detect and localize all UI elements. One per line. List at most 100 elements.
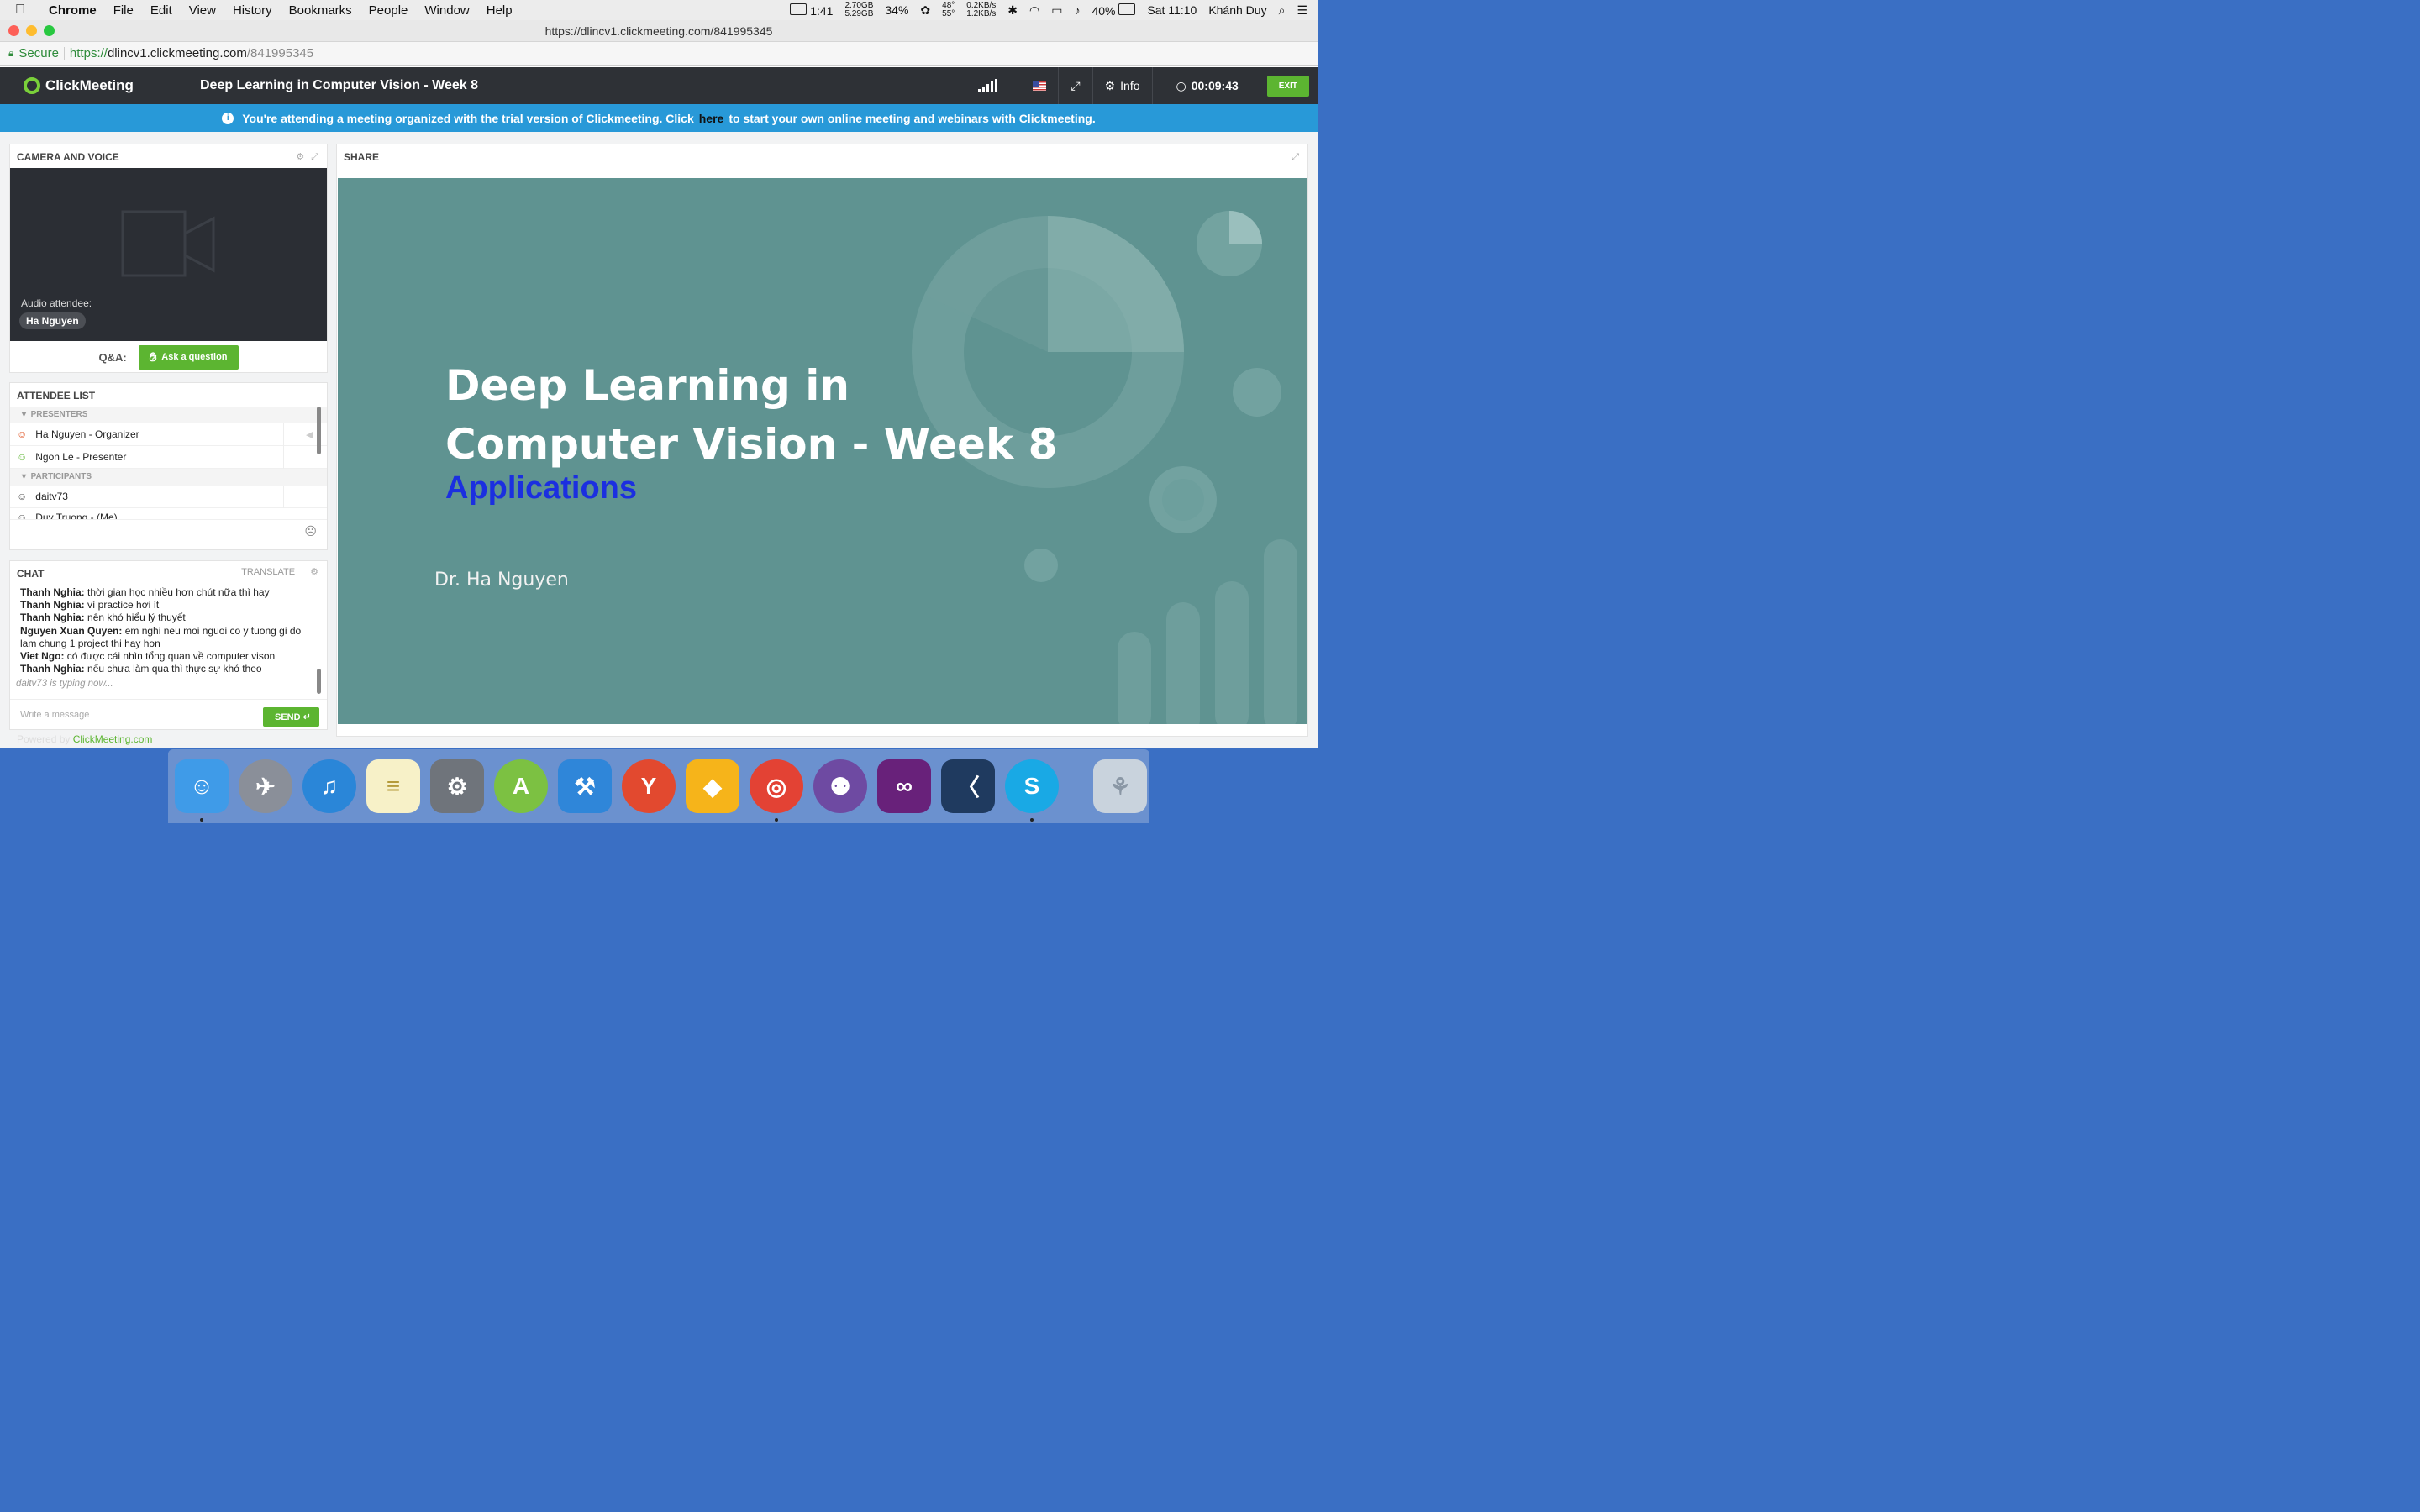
signal-strength[interactable] — [966, 67, 1009, 104]
close-window-button[interactable] — [8, 25, 19, 36]
fullscreen-icon: ⤢ — [1071, 78, 1081, 92]
participants-group[interactable]: ▾ PARTICIPANTS — [10, 469, 327, 486]
attendee-row[interactable]: ☺ Ha Nguyen - Organizer ◀ — [10, 423, 327, 446]
window-titlebar: https://dlincv1.clickmeeting.com/8419953… — [0, 20, 1318, 42]
zoom-window-button[interactable] — [44, 25, 55, 36]
fullscreen-button[interactable]: ⤢ — [1058, 67, 1092, 104]
dock-github-desktop-icon[interactable]: ⚉ — [813, 759, 867, 813]
airplay-icon[interactable]: ▭ — [1051, 3, 1062, 18]
language-selector[interactable] — [1009, 67, 1058, 104]
minimize-window-button[interactable] — [26, 25, 37, 36]
us-flag-icon — [1033, 81, 1047, 91]
running-indicator — [1030, 818, 1034, 822]
menu-people[interactable]: People — [369, 3, 408, 18]
fan-icon[interactable]: ✿ — [920, 3, 930, 18]
address-bar[interactable]: 🔒︎ Secure https:// dlincv1.clickmeeting.… — [0, 42, 1318, 66]
message-text: nếu chưa làm qua thì thực sự khó theo — [87, 663, 262, 675]
raised-hand-icon: ✋︎ — [149, 349, 157, 365]
clock-icon: ◷ — [1176, 78, 1186, 92]
url-host: dlincv1.clickmeeting.com — [107, 46, 247, 60]
camera-panel-tools: ⚙ ⤢ — [296, 144, 318, 170]
dock-notes-icon[interactable]: ≡ — [366, 759, 420, 813]
qa-label: Q&A: — [98, 350, 127, 364]
apple-menu-icon[interactable]:  — [0, 3, 40, 18]
memory-status[interactable]: 2.70GB 5.29GB — [844, 2, 873, 18]
translate-link[interactable]: Translate — [241, 559, 295, 585]
send-button[interactable]: SEND ↵ — [263, 707, 319, 727]
attendee-row[interactable]: ☺ Ngon Le - Presenter — [10, 446, 327, 469]
gear-icon: ⚙ — [1104, 78, 1116, 92]
ask-question-button[interactable]: ✋︎ Ask a question — [138, 344, 239, 370]
chat-settings-gear-icon[interactable]: ⚙ — [310, 559, 318, 585]
dock-finder-icon[interactable]: ☺ — [175, 759, 229, 822]
battery-time-status[interactable]: 1:41 — [790, 3, 833, 18]
menu-bookmarks[interactable]: Bookmarks — [289, 3, 352, 18]
bluetooth-icon[interactable]: ✱ — [1007, 3, 1018, 18]
dock-ftp-app-icon[interactable]: Y — [622, 759, 676, 813]
dock-skype-icon[interactable]: S — [1005, 759, 1059, 822]
user-name[interactable]: Khánh Duy — [1208, 3, 1266, 17]
wifi-icon[interactable]: ◠ — [1029, 3, 1039, 18]
dock-launchpad-icon[interactable]: ✈ — [239, 759, 292, 813]
network-status[interactable]: 0.2KB/s 1.2KB/s — [966, 2, 996, 18]
temperature-status[interactable]: 48° 55° — [942, 2, 955, 18]
url-scheme: https:// — [69, 46, 108, 60]
camera-panel-title: CAMERA AND VOICE — [17, 151, 119, 163]
logo-text: ClickMeeting — [45, 77, 134, 93]
menu-history[interactable]: History — [233, 3, 272, 18]
menu-edit[interactable]: Edit — [150, 3, 172, 18]
volume-icon[interactable]: ♪ — [1074, 3, 1080, 17]
audio-attendee-name: Ha Nguyen — [19, 312, 86, 329]
video-camera-icon — [121, 210, 215, 277]
attendee-row[interactable]: ☺ daitv73 — [10, 486, 327, 508]
info-button[interactable]: ⚙ Info — [1092, 67, 1152, 104]
camera-settings-gear-icon[interactable]: ⚙ — [296, 144, 304, 170]
speaker-muted-icon: ◀ — [306, 429, 313, 440]
dock-vscode-icon[interactable]: 〈 — [941, 759, 995, 813]
trial-banner: i You're attending a meeting organized w… — [0, 104, 1318, 132]
powered-brand-link[interactable]: ClickMeeting.com — [73, 733, 153, 745]
attendee-panel-header: ATTENDEE LIST — [10, 383, 327, 407]
attendee-scrollbar[interactable] — [317, 407, 321, 454]
attendee-row[interactable]: ☺ Duy Truong - (Me) — [10, 508, 327, 520]
dock-visual-studio-icon[interactable]: ∞ — [877, 759, 931, 813]
menu-app-chrome[interactable]: Chrome — [49, 3, 97, 18]
menu-view[interactable]: View — [189, 3, 216, 18]
camera-expand-icon[interactable]: ⤢ — [311, 144, 318, 170]
participant-user-icon: ☺ — [17, 512, 28, 520]
presenters-group[interactable]: ▾ PRESENTERS — [10, 407, 327, 423]
clock[interactable]: Sat 11:10 — [1147, 3, 1197, 17]
emoji-status-icon[interactable]: ☹ — [304, 524, 317, 538]
video-area: Audio attendee: Ha Nguyen — [10, 168, 327, 341]
powered-by: Powered by ClickMeeting.com — [17, 733, 152, 745]
dock-xcode-icon[interactable]: ⚒ — [558, 759, 612, 813]
battery-status[interactable]: 40% — [1092, 3, 1136, 18]
audio-attendee-label: Audio attendee: — [21, 297, 92, 309]
chat-message-input[interactable]: Write a message SEND ↵ — [10, 699, 327, 729]
banner-here-link[interactable]: here — [699, 112, 724, 125]
dock-android-studio-icon[interactable]: A — [494, 759, 548, 813]
dock-system-preferences-icon[interactable]: ⚙ — [430, 759, 484, 813]
notification-center-icon[interactable]: ☰ — [1297, 3, 1307, 18]
share-panel-title: SHARE — [344, 151, 380, 163]
menu-file[interactable]: File — [113, 3, 134, 18]
menu-window[interactable]: Window — [424, 3, 469, 18]
menu-help[interactable]: Help — [487, 3, 513, 18]
chat-panel-header: CHAT Translate ⚙ — [10, 561, 327, 585]
cpu-status[interactable]: 34% — [885, 3, 908, 17]
send-label: SEND — [275, 712, 301, 722]
chat-scrollbar[interactable] — [317, 669, 321, 694]
battery-small-icon — [790, 3, 808, 15]
dock-trash-icon[interactable]: ⚘ — [1093, 759, 1147, 813]
dock-chrome-icon[interactable]: ◎ — [750, 759, 803, 822]
exit-button[interactable]: EXIT — [1266, 75, 1309, 97]
message-text: nên khó hiểu lý thuyết — [87, 612, 186, 624]
share-panel-header: SHARE ⤢ — [337, 144, 1307, 168]
spotlight-search-icon[interactable]: ⌕ — [1279, 3, 1286, 18]
message-author: Thanh Nghia: — [20, 586, 85, 598]
share-expand-icon[interactable]: ⤢ — [1292, 144, 1299, 170]
running-indicator — [775, 818, 778, 822]
dock-sketch-icon[interactable]: ◆ — [686, 759, 739, 813]
dock-itunes-icon[interactable]: ♫ — [302, 759, 356, 813]
chat-message: Thanh Nghia: nếu chưa làm qua thì thực s… — [20, 663, 318, 675]
